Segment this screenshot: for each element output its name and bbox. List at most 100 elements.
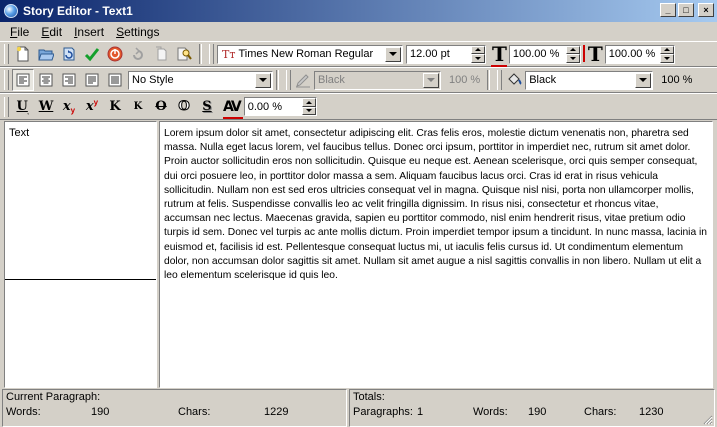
total-chars-value: 1230: [639, 406, 664, 418]
fill-color-dropdown[interactable]: [635, 72, 652, 88]
stroke-color-icon: [296, 74, 310, 88]
font-family-dropdown[interactable]: [385, 46, 401, 62]
width-scale-stepper[interactable]: 100.00 %: [508, 44, 581, 64]
search-replace-button[interactable]: [173, 43, 195, 65]
increase-button[interactable]: [659, 45, 674, 54]
align-right-button[interactable]: [58, 69, 80, 91]
toolbar-grip[interactable]: [286, 70, 291, 90]
maximize-button[interactable]: □: [678, 3, 694, 17]
chevron-down-icon: [427, 78, 435, 82]
text-editor[interactable]: Lorem ipsum dolor sit amet, consectetur …: [159, 121, 713, 388]
undo-button[interactable]: [127, 43, 149, 65]
copy-icon: [156, 46, 167, 61]
search-replace-icon: [177, 47, 192, 61]
paragraph-style-dropdown[interactable]: [255, 72, 271, 88]
undo-icon: [133, 47, 143, 60]
align-left-button[interactable]: [12, 69, 34, 91]
toolbar-grip[interactable]: [4, 96, 9, 117]
align-forced-button[interactable]: [104, 69, 126, 91]
current-paragraph-label: Current Paragraph:: [6, 391, 101, 403]
increase-button[interactable]: [471, 45, 485, 54]
font-size-stepper[interactable]: 12.00 pt: [406, 44, 486, 64]
reload-icon: [63, 47, 75, 61]
tracking-stepper[interactable]: 0.00 %: [243, 97, 317, 116]
shadow-button[interactable]: S: [196, 96, 218, 118]
increase-button[interactable]: [565, 45, 580, 54]
align-justify-icon: [85, 73, 99, 87]
superscript-button[interactable]: xy: [81, 96, 103, 118]
chars-value: 1229: [264, 406, 289, 418]
arrow-down-icon: [663, 56, 670, 60]
chevron-down-icon: [389, 52, 397, 56]
new-document-button[interactable]: [12, 43, 34, 65]
new-document-icon: [16, 46, 29, 62]
increase-button[interactable]: [301, 98, 316, 107]
paragraph-style-panel[interactable]: Text: [4, 121, 157, 388]
arrow-up-icon: [305, 100, 312, 104]
window-title: Story Editor - Text1: [23, 4, 133, 18]
fill-shade-value[interactable]: 100 %: [657, 74, 696, 86]
paragraph-style-label[interactable]: Text: [5, 122, 156, 144]
paragraph-style-value: No Style: [132, 74, 174, 86]
menu-insert[interactable]: Insert: [68, 25, 110, 39]
decrease-button[interactable]: [659, 54, 674, 63]
minimize-button[interactable]: _: [660, 3, 676, 17]
resize-grip-icon[interactable]: [701, 413, 713, 425]
outline-button[interactable]: O: [173, 96, 195, 118]
decrease-button[interactable]: [301, 106, 316, 115]
copy-button[interactable]: [150, 43, 172, 65]
arrow-down-icon: [305, 109, 312, 113]
character-height-icon: T: [582, 44, 603, 64]
paragraphs-label: Paragraphs:: [353, 406, 413, 418]
arrow-up-icon: [569, 48, 576, 52]
font-size-value: 12.00 pt: [410, 48, 450, 60]
title-bar[interactable]: Story Editor - Text1 _ □ ×: [0, 0, 717, 22]
align-center-button[interactable]: [35, 69, 57, 91]
font-family-combo[interactable]: Tт Times New Roman Regular: [217, 44, 403, 64]
stroke-shade-value[interactable]: 100 %: [445, 74, 484, 86]
decrease-button[interactable]: [471, 54, 485, 63]
reload-button[interactable]: [58, 43, 80, 65]
paragraph-separator: [5, 279, 156, 280]
toolbar-grip[interactable]: [4, 70, 9, 90]
decrease-button[interactable]: [565, 54, 580, 63]
strikethrough-button[interactable]: O: [150, 96, 172, 118]
fill-color-combo[interactable]: Black: [525, 70, 654, 90]
all-caps-button[interactable]: K: [104, 96, 126, 118]
height-scale-stepper[interactable]: 100.00 %: [604, 44, 675, 64]
total-words-label: Words:: [473, 406, 508, 418]
small-caps-button[interactable]: K: [127, 96, 149, 118]
fill-color-icon: [508, 73, 522, 85]
stroke-color-combo[interactable]: Black: [314, 70, 441, 90]
menu-settings[interactable]: Settings: [110, 25, 165, 39]
open-button[interactable]: [35, 43, 57, 65]
menu-bar: File Edit Insert Settings: [0, 22, 717, 41]
toolbar-grip[interactable]: [4, 44, 9, 64]
exit-button[interactable]: [104, 43, 126, 65]
underline-button[interactable]: U ˯: [12, 96, 34, 118]
toolbar-separator: [199, 44, 202, 64]
close-button[interactable]: ×: [698, 3, 714, 17]
chevron-down-icon: [259, 78, 267, 82]
toolbar-grip[interactable]: [497, 70, 503, 90]
paragraphs-value: 1: [417, 406, 424, 418]
totals-label: Totals:: [353, 391, 385, 403]
tracking-value: 0.00 %: [247, 100, 282, 113]
menu-file[interactable]: File: [4, 25, 35, 39]
update-text-button[interactable]: [81, 43, 103, 65]
paragraph-style-combo[interactable]: No Style: [128, 70, 273, 90]
menu-edit[interactable]: Edit: [35, 25, 68, 39]
toolbar-separator: [276, 70, 279, 90]
words-label: Words:: [6, 406, 41, 418]
align-justify-button[interactable]: [81, 69, 103, 91]
outline-icon: O: [178, 99, 190, 115]
toolbar-grip[interactable]: [209, 44, 214, 64]
open-folder-icon: [38, 49, 54, 61]
stroke-color-dropdown[interactable]: [423, 72, 439, 88]
arrow-up-icon: [663, 48, 670, 52]
totals-status: Totals: Paragraphs: 1 Words: 190 Chars: …: [349, 389, 715, 427]
arrow-down-icon: [569, 56, 576, 60]
character-style-toolbar: U ˯ W xy xy K K O O S AV 0.00 %: [0, 93, 717, 120]
word-underline-button[interactable]: W: [35, 96, 57, 118]
subscript-button[interactable]: xy: [58, 96, 80, 118]
